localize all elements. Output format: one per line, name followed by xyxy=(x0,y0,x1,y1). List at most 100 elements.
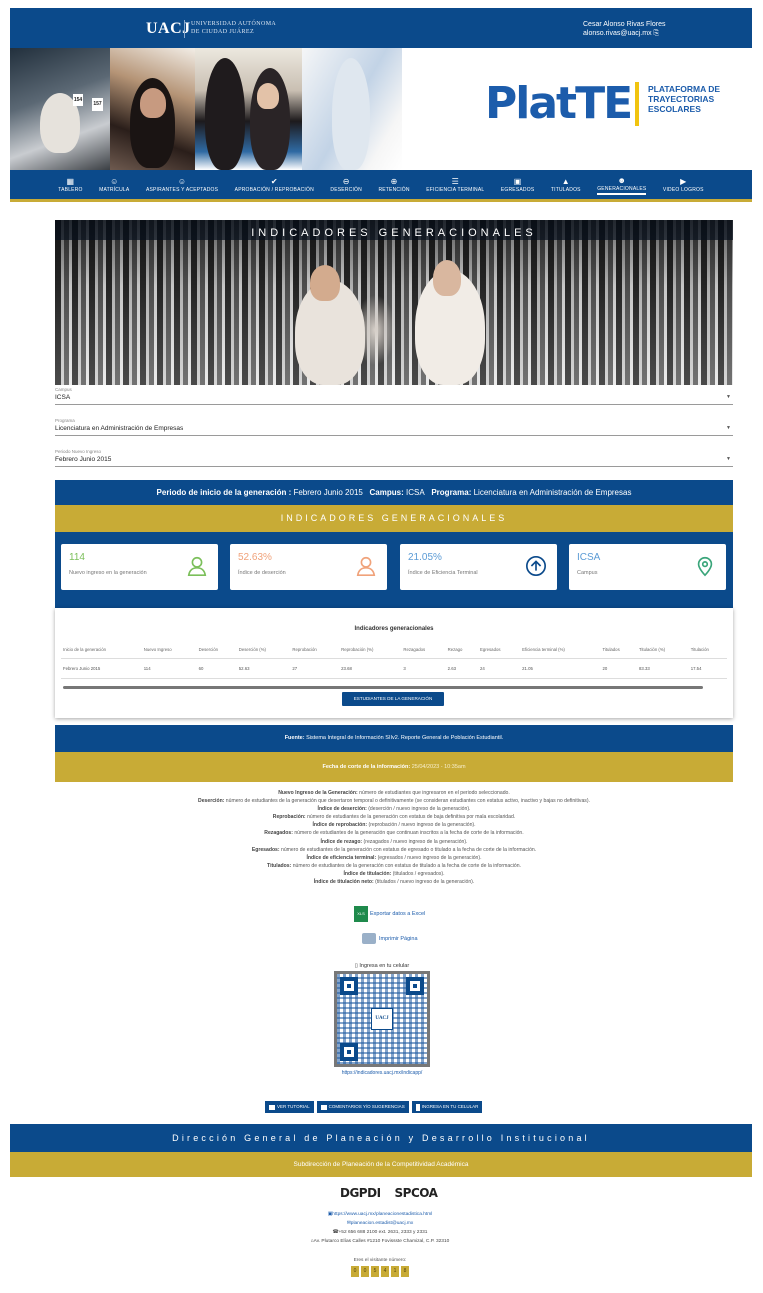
comments-button[interactable]: COMENTARIOS Y/O SUGERENCIAS xyxy=(316,1101,409,1113)
nav-generacionales[interactable]: ☻ GENERACIONALES xyxy=(597,175,647,195)
definition-item: Reprobación: número de estudiantes de la… xyxy=(60,813,728,821)
table-cell: 114 xyxy=(141,658,197,679)
indicators-table: Inicio de la generación Nuevo Ingreso De… xyxy=(61,644,727,679)
definition-item: Rezagados: número de estudiantes de la g… xyxy=(60,829,728,837)
definition-term: Índice de reprobación: xyxy=(312,822,368,829)
definition-item: Índice de rezago: (rezagados / nuevo ing… xyxy=(60,838,728,846)
nav-titulados[interactable]: ▲ TITULADOS xyxy=(551,176,581,193)
definition-term: Reprobación: xyxy=(272,814,306,821)
approval-icon: ✔ xyxy=(270,177,278,186)
university-name: UNIVERSIDAD AUTÓNOMA DE CIUDAD JUÁREZ xyxy=(191,20,276,36)
chevron-down-icon: ▼ xyxy=(726,394,731,400)
export-excel-link[interactable]: XLS Exportar datos a Excel xyxy=(354,906,425,922)
export-excel-label: Exportar datos a Excel xyxy=(370,911,426,917)
card-value: 21.05% xyxy=(408,552,442,563)
nav-label: MATRÍCULA xyxy=(99,187,130,193)
visitor-digit: 4 xyxy=(381,1266,389,1277)
column-header: Nuevo Ingreso xyxy=(141,644,197,659)
periodo-select[interactable]: Periodo Nuevo Ingreso Febrero Junio 2015… xyxy=(55,449,733,467)
qr-finder-pattern xyxy=(340,977,358,995)
nav-label: VIDEO LOGROS xyxy=(662,187,704,193)
contact-info: ▣https://www.uacj.mx/planeacionestadisti… xyxy=(280,1210,480,1246)
definition-item: Egresados: número de estudiantes de la g… xyxy=(60,846,728,854)
footer-logos: DGPDI SPCOA xyxy=(340,1186,438,1200)
photo-figure xyxy=(332,58,370,170)
nav-label: TITULADOS xyxy=(550,187,581,193)
website-link[interactable]: https://www.uacj.mx/planeacionestadistic… xyxy=(332,1212,432,1217)
platte-logo[interactable]: PlatTE PLATAFORMA DE TRAYECTORIAS ESCOLA… xyxy=(485,78,720,129)
graduation-cap-icon: ▲ xyxy=(561,177,570,186)
user-info[interactable]: Cesar Alonso Rivas Flores alonso.rivas@u… xyxy=(583,20,665,38)
tutorial-button[interactable]: VER TUTORIAL xyxy=(265,1101,314,1113)
nav-video-logros[interactable]: ▶ VIDEO LOGROS xyxy=(663,176,704,193)
definition-text: número de estudiantes que ingresaron en … xyxy=(359,790,510,796)
table-cell: 3 xyxy=(401,658,446,679)
qr-logo: UACJ xyxy=(371,1008,393,1030)
nav-label: GENERACIONALES xyxy=(597,185,647,192)
arrow-up-circle-icon xyxy=(526,556,546,576)
table-cell: 60 xyxy=(196,658,237,679)
campus-select[interactable]: Campus ICSA ▼ xyxy=(55,387,733,405)
card-caption: Índice de deserción xyxy=(238,570,286,576)
table-cell: 24 xyxy=(477,658,521,679)
column-header: Titulados xyxy=(600,644,637,659)
print-page-link[interactable]: Imprimir Página xyxy=(362,933,418,944)
address-text: Av. Plutarco Elías Calles #1210 Fovissst… xyxy=(313,1239,450,1244)
nav-aspirantes[interactable]: ☺ ASPIRANTES Y ACEPTADOS xyxy=(146,176,218,193)
nav-label: TABLERO xyxy=(58,187,83,193)
chevron-down-icon: ▼ xyxy=(726,425,731,431)
table-header-row: Inicio de la generación Nuevo Ingreso De… xyxy=(61,644,727,659)
photo-figure xyxy=(205,58,245,170)
banner-photo-student xyxy=(110,48,195,170)
definition-text: (deserción / nuevo ingreso de la generac… xyxy=(368,806,471,813)
banner-photo-graduation xyxy=(195,48,302,170)
qr-code[interactable]: UACJ xyxy=(334,971,430,1067)
definition-term: Nuevo Ingreso de la Generación: xyxy=(278,790,358,796)
nav-aprobacion[interactable]: ✔ APROBACIÓN / REPROBACIÓN xyxy=(235,176,314,193)
students-of-generation-button[interactable]: ESTUDIANTES DE LA GENERACIÓN xyxy=(342,692,444,706)
table-cell: Febrero Junio 2015 xyxy=(61,658,142,679)
cutoff-value: 25/04/2023 - 10:35am xyxy=(411,764,466,770)
definition-item: Índice de eficiencia terminal: (egresado… xyxy=(60,854,728,862)
exam-number-badge: 157 xyxy=(92,98,103,111)
horizontal-scrollbar[interactable] xyxy=(63,686,703,689)
section-title: INDICADORES GENERACIONALES xyxy=(55,505,733,532)
main-navigation: ▦ TABLERO ☺ MATRÍCULA ☺ ASPIRANTES Y ACEPTA… xyxy=(10,170,752,202)
table-title: Indicadores generacionales xyxy=(354,626,434,632)
card-caption: Índice de Eficiencia Terminal xyxy=(408,570,478,576)
programa-select[interactable]: Programa Licenciatura en Administración … xyxy=(55,418,733,436)
nav-retencion[interactable]: ⊕ RETENCIÓN xyxy=(378,176,409,193)
column-header: Rezago xyxy=(445,644,478,659)
card-value: 114 xyxy=(69,552,85,563)
definition-item: Deserción: número de estudiantes de la g… xyxy=(60,797,728,805)
indicator-cards: 114 Nuevo ingreso en la generación 52.63… xyxy=(55,532,733,608)
definition-text: número de estudiantes de la generación q… xyxy=(294,830,524,837)
definition-term: Índice de titulación: xyxy=(343,870,392,877)
card-campus: ICSA Campus xyxy=(569,544,726,590)
mobile-access-button[interactable]: INGRESA EN TU CELULAR xyxy=(411,1101,483,1113)
excel-icon: XLS xyxy=(354,906,368,922)
hero-title: INDICADORES GENERACIONALES xyxy=(251,227,537,239)
email-link[interactable]: planeacion.estadist@uacj.mx xyxy=(351,1221,413,1226)
qr-heading-text: Ingresa en tu celular xyxy=(359,963,410,969)
nav-egresados[interactable]: ▣ EGRESADOS xyxy=(501,176,534,193)
programa-label: Programa: xyxy=(431,488,472,497)
qr-heading: ▯ Ingresa en tu celular xyxy=(320,963,444,969)
visitor-digits: 0 0 5 4 1 8 xyxy=(330,1266,430,1277)
comments-button-label: COMENTARIOS Y/O SUGERENCIAS xyxy=(328,1104,405,1109)
definition-term: Índice de titulación neto: xyxy=(313,879,374,886)
qr-url-link[interactable]: https://indicadores.uacj.mx/indicapp/ xyxy=(320,1070,444,1076)
nav-tablero[interactable]: ▦ TABLERO xyxy=(58,176,82,193)
nav-matricula[interactable]: ☺ MATRÍCULA xyxy=(99,176,129,193)
indicators-table-panel: Indicadores generacionales Inicio de la … xyxy=(55,608,733,718)
nav-eficiencia[interactable]: ☰ EFICIENCIA TERMINAL xyxy=(426,176,484,193)
banner-photo-classroom: 154 157 xyxy=(10,48,110,170)
qr-section: ▯ Ingresa en tu celular UACJ https://ind… xyxy=(320,963,444,1076)
website-row: ▣https://www.uacj.mx/planeacionestadisti… xyxy=(280,1210,480,1219)
photo-face xyxy=(257,83,279,109)
nav-desercion[interactable]: ⊖ DESERCIÓN xyxy=(330,176,362,193)
platte-logo-text: PlatTE xyxy=(485,78,633,129)
logout-icon[interactable]: ⎘ xyxy=(654,30,660,37)
definition-text: número de estudiantes de la generación c… xyxy=(292,862,521,869)
cutoff-label: Fecha de corte de la información: xyxy=(322,764,411,770)
